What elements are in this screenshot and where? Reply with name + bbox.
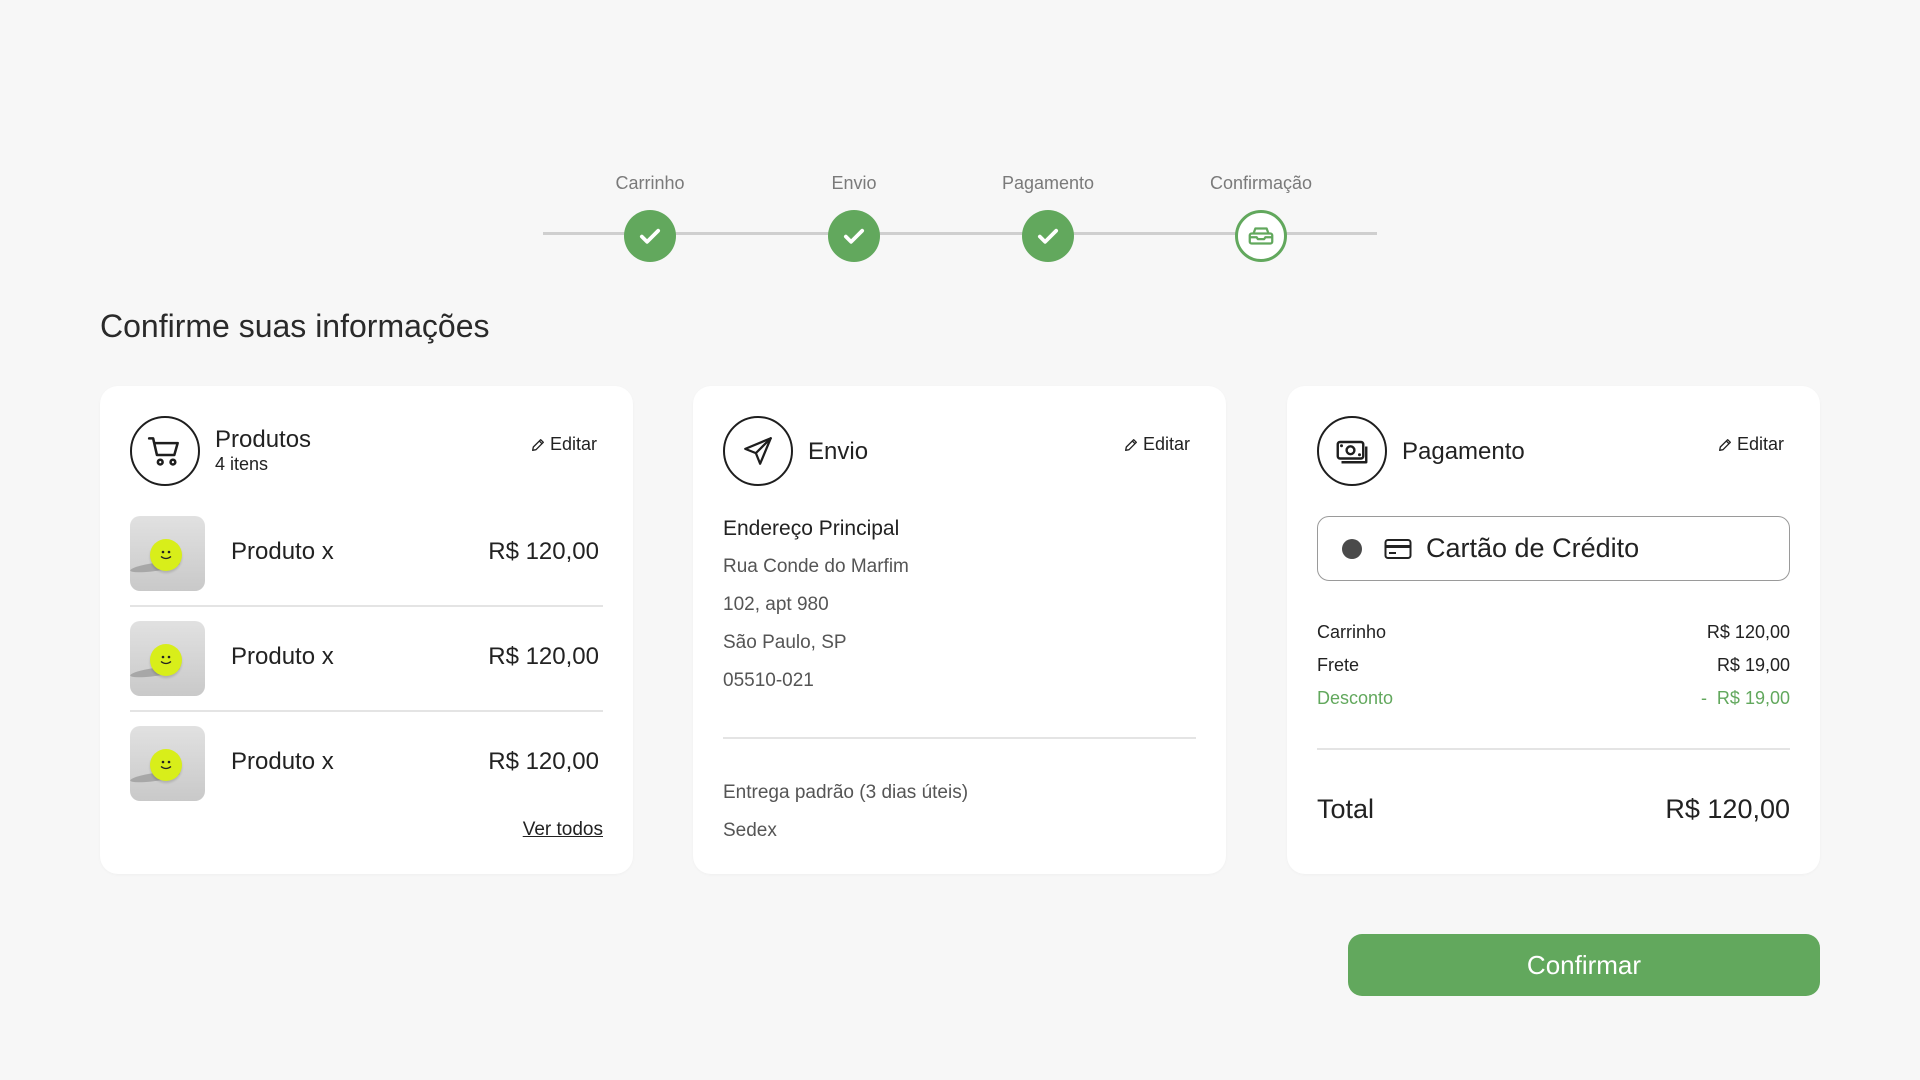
credit-card-icon [1384, 538, 1412, 559]
step-label: Envio [831, 173, 877, 193]
step-label: Confirmação [1209, 173, 1313, 193]
summary-discount-row: Desconto - R$ 19,00 [1317, 688, 1790, 709]
shipping-title: Envio [808, 438, 869, 465]
product-price: R$ 120,00 [488, 643, 599, 670]
address-title: Endereço Principal [723, 517, 900, 540]
payment-card: Pagamento Editar Cartão de Crédito Carri… [1287, 386, 1820, 874]
edit-shipping-button[interactable]: Editar [1123, 434, 1190, 455]
product-price: R$ 120,00 [488, 748, 599, 775]
step-label: Pagamento [1001, 173, 1095, 193]
products-card-header: Produtos 4 itens Editar [130, 416, 603, 486]
product-name: Produto x [231, 643, 334, 670]
payment-card-header: Pagamento Editar [1317, 416, 1790, 486]
check-icon [624, 210, 676, 262]
summary-label: Frete [1317, 655, 1360, 675]
products-title: Produtos [215, 426, 312, 453]
products-card: Produtos 4 itens Editar Produto x R$ 120… [100, 386, 633, 874]
pencil-icon [1718, 438, 1731, 451]
confirm-button[interactable]: Confirmar [1348, 934, 1820, 996]
divider [1317, 748, 1790, 750]
product-name: Produto x [231, 748, 334, 775]
total-label: Total [1317, 794, 1375, 824]
summary-label: Carrinho [1317, 622, 1387, 642]
checkout-stepper: Carrinho Envio Pagamento Confirmação [0, 0, 1920, 280]
summary-label: Desconto [1317, 688, 1394, 708]
shipping-card-header: Envio Editar [723, 416, 1196, 486]
product-row[interactable]: Produto x R$ 120,00 [130, 726, 603, 831]
payment-title: Pagamento [1402, 438, 1525, 465]
address-zip: 05510-021 [723, 670, 814, 691]
check-icon [1022, 210, 1074, 262]
summary-value: R$ 19,00 [1716, 655, 1790, 675]
delivery-carrier: Sedex [723, 820, 777, 841]
summary-shipping-row: Frete R$ 19,00 [1317, 655, 1790, 676]
cart-icon [130, 416, 200, 486]
check-icon [828, 210, 880, 262]
summary-cart-row: Carrinho R$ 120,00 [1317, 622, 1790, 643]
shipping-card: Envio Editar Endereço Principal Rua Cond… [693, 386, 1226, 874]
summary-value: R$ 120,00 [1706, 622, 1790, 642]
total-row: Total R$ 120,00 [1317, 794, 1790, 825]
payment-method-option[interactable]: Cartão de Crédito [1317, 516, 1790, 581]
step-pagamento: Pagamento [938, 168, 1158, 262]
address-city: São Paulo, SP [723, 632, 847, 653]
edit-label: Editar [549, 434, 597, 454]
product-row[interactable]: Produto x R$ 120,00 [130, 621, 603, 726]
send-icon [723, 416, 793, 486]
edit-payment-button[interactable]: Editar [1717, 434, 1784, 455]
product-row[interactable]: Produto x R$ 120,00 [130, 516, 603, 621]
inbox-icon [1235, 210, 1287, 262]
edit-label: Editar [1142, 434, 1190, 454]
product-price: R$ 120,00 [488, 538, 599, 565]
divider [130, 605, 603, 607]
step-label: Carrinho [615, 173, 685, 193]
payment-method-label: Cartão de Crédito [1426, 533, 1640, 563]
product-image [130, 621, 205, 696]
see-all-link[interactable]: Ver todos [523, 819, 603, 841]
divider [723, 737, 1196, 739]
pencil-icon [531, 438, 544, 451]
page-title: Confirme suas informações [100, 308, 490, 344]
radio-selected[interactable] [1342, 538, 1362, 559]
address-number: 102, apt 980 [723, 594, 829, 615]
product-image [130, 516, 205, 591]
delivery-type: Entrega padrão (3 dias úteis) [723, 782, 969, 803]
products-count: 4 itens [215, 454, 269, 474]
product-image [130, 726, 205, 801]
product-name: Produto x [231, 538, 334, 565]
step-confirmacao: Confirmação [1151, 168, 1371, 262]
money-icon [1317, 416, 1387, 486]
total-value: R$ 120,00 [1665, 794, 1790, 824]
step-carrinho: Carrinho [540, 168, 760, 262]
edit-label: Editar [1736, 434, 1784, 454]
step-envio: Envio [744, 168, 964, 262]
address-street: Rua Conde do Marfim [723, 556, 909, 577]
edit-products-button[interactable]: Editar [530, 434, 597, 455]
pencil-icon [1124, 438, 1137, 451]
summary-value: - R$ 19,00 [1700, 688, 1790, 708]
divider [130, 710, 603, 712]
